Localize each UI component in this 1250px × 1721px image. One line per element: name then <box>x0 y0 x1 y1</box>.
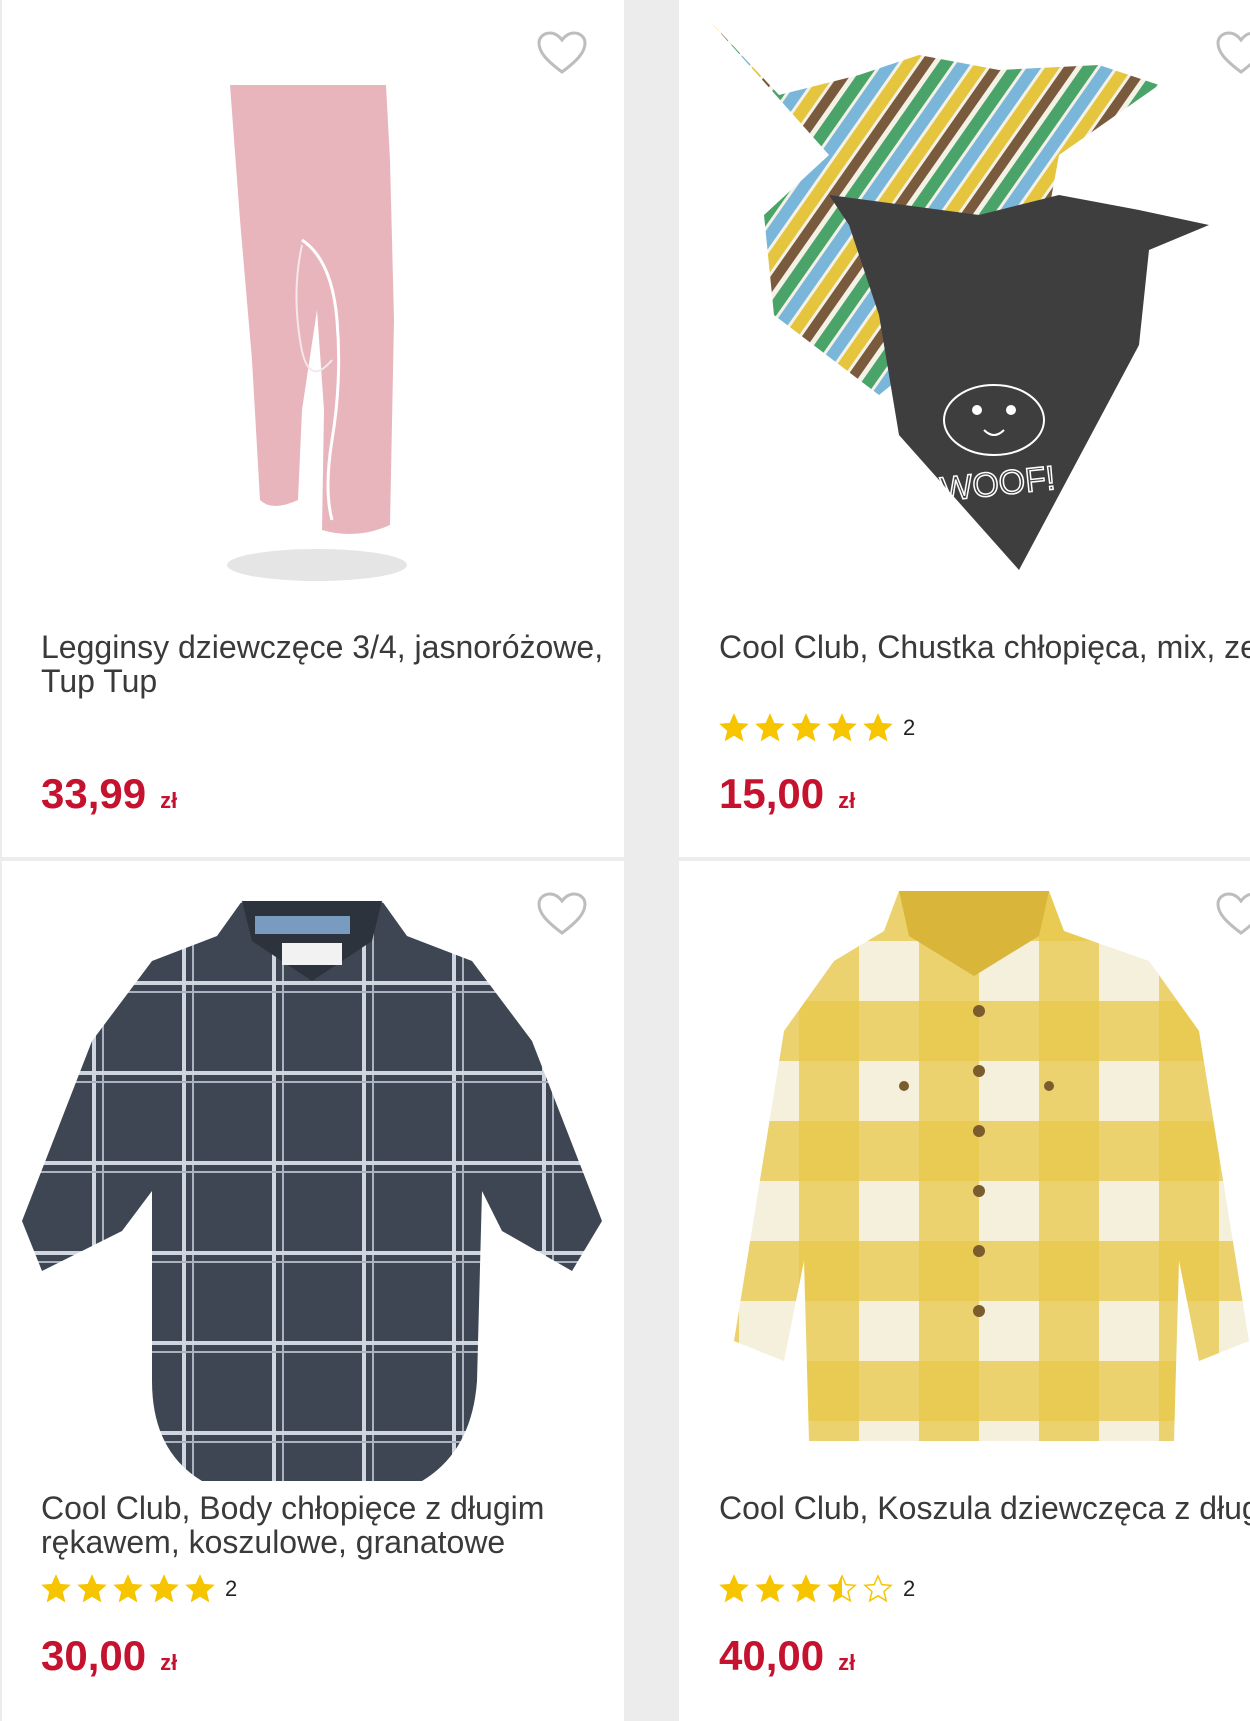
star-icon <box>185 1574 215 1603</box>
star-icon <box>755 713 785 742</box>
star-icon <box>719 1574 749 1603</box>
product-image[interactable]: WOOF! <box>679 15 1250 575</box>
product-price: 15,00 zł <box>719 772 855 823</box>
rating: 2 <box>719 1574 915 1604</box>
star-icon <box>863 713 893 742</box>
product-card[interactable]: WOOF! Cool Club, Chustka chłopięca, mix,… <box>679 0 1250 857</box>
star-icon <box>149 1574 179 1603</box>
rating-stars <box>719 713 899 743</box>
star-icon <box>827 713 857 742</box>
star-icon <box>827 1574 857 1603</box>
star-icon <box>719 713 749 742</box>
product-card[interactable]: Legginsy dziewczęce 3/4, jasnoróżowe, Tu… <box>2 0 624 857</box>
product-title[interactable]: Legginsy dziewczęce 3/4, jasnoróżowe, Tu… <box>41 630 614 698</box>
rating: 2 <box>719 713 915 743</box>
product-title[interactable]: Cool Club, Chustka chłopięca, mix, zesta… <box>719 630 1250 664</box>
rating-count: 2 <box>903 715 916 740</box>
star-icon <box>863 1574 893 1603</box>
product-grid: Legginsy dziewczęce 3/4, jasnoróżowe, Tu… <box>0 0 1250 1721</box>
star-icon <box>791 713 821 742</box>
rating-stars <box>41 1574 221 1604</box>
price-currency: zł <box>160 1650 178 1675</box>
product-title[interactable]: Cool Club, Body chłopięce z długim rękaw… <box>41 1491 614 1559</box>
product-price: 33,99 zł <box>41 772 177 823</box>
product-price: 40,00 zł <box>719 1634 855 1685</box>
star-icon <box>41 1574 71 1603</box>
price-currency: zł <box>838 1650 856 1675</box>
product-image[interactable] <box>679 881 1250 1481</box>
star-icon <box>791 1574 821 1603</box>
rating: 2 <box>41 1574 237 1604</box>
rating-count: 2 <box>225 1576 238 1601</box>
price-value: 33,99 <box>41 770 147 817</box>
product-title[interactable]: Cool Club, Koszula dziewczęca z długim r… <box>719 1491 1250 1525</box>
product-price: 30,00 zł <box>41 1634 177 1685</box>
price-value: 40,00 <box>719 1632 825 1679</box>
star-icon <box>113 1574 143 1603</box>
rating-count: 2 <box>903 1576 916 1601</box>
product-image[interactable] <box>2 60 624 600</box>
star-icon <box>755 1574 785 1603</box>
price-currency: zł <box>838 788 856 813</box>
price-value: 30,00 <box>41 1632 147 1679</box>
rating-stars <box>719 1574 899 1604</box>
product-card[interactable]: Cool Club, Koszula dziewczęca z długim r… <box>679 861 1250 1721</box>
price-currency: zł <box>160 788 178 813</box>
price-value: 15,00 <box>719 770 825 817</box>
star-icon <box>77 1574 107 1603</box>
product-image[interactable] <box>2 891 624 1491</box>
product-card[interactable]: Cool Club, Body chłopięce z długim rękaw… <box>2 861 624 1721</box>
